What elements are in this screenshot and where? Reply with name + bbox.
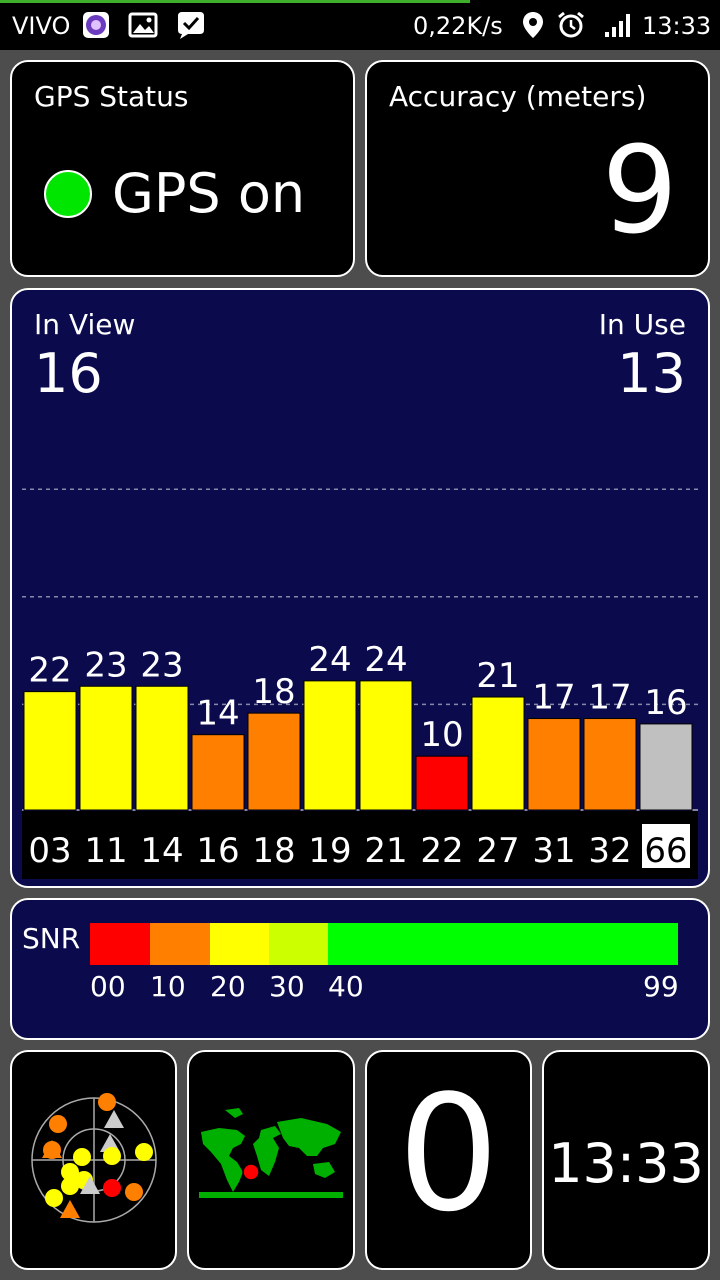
prn-label: 66 (644, 831, 687, 871)
location-icon (522, 10, 544, 40)
snr-value-label: 17 (588, 678, 631, 718)
snr-tick-label: 20 (210, 970, 246, 1003)
in-use-label: In Use (598, 308, 686, 341)
prn-label: 19 (308, 831, 351, 871)
satellite-snr-chart: 22 03 23 11 23 14 14 16 18 18 24 19 24 21 10 22 21 27 17 31… (22, 488, 698, 879)
snr-bar-18 (247, 712, 301, 811)
gps-status-title: GPS Status (34, 80, 189, 113)
snr-tick-label: 00 (90, 970, 126, 1003)
gps-status-value: GPS on (112, 162, 306, 225)
status-time: 13:33 (642, 12, 712, 40)
snr-segment (90, 923, 150, 965)
snr-bar-19 (303, 680, 357, 811)
satellite-radar-tile[interactable] (10, 1050, 177, 1270)
accuracy-value: 9 (601, 122, 678, 261)
snr-tick-label: 99 (643, 970, 679, 1003)
accuracy-title: Accuracy (meters) (389, 80, 647, 113)
snr-bar-66 (639, 723, 693, 811)
snr-color-scale (90, 923, 678, 965)
prn-label: 03 (28, 831, 71, 871)
snr-segment (269, 923, 328, 965)
satellites-card[interactable]: 22 03 23 11 23 14 14 16 18 18 24 19 24 21 10 22 21 27 17 31… (10, 288, 710, 888)
prn-label: 27 (476, 831, 519, 871)
in-use-value: 13 (617, 342, 686, 405)
snr-bar-27 (471, 696, 525, 811)
snr-segment (328, 923, 678, 965)
prn-label: 32 (588, 831, 631, 871)
world-map-tile[interactable] (187, 1050, 355, 1270)
snr-bar-14 (135, 685, 189, 811)
fix-count-tile[interactable]: 0 (365, 1050, 532, 1270)
snr-value-label: 18 (252, 672, 295, 712)
world-map-icon (199, 1108, 343, 1198)
progress-line (0, 0, 470, 3)
status-bar: VIVO 0,22K/s 13:33 (0, 0, 720, 50)
prn-label: 21 (364, 831, 407, 871)
net-speed: 0,22K/s (413, 12, 503, 40)
snr-value-label: 16 (644, 683, 687, 723)
snr-bar-32 (583, 718, 637, 811)
gps-status-card[interactable]: GPS Status GPS on (10, 60, 355, 277)
snr-value-label: 24 (308, 640, 351, 680)
in-view-value: 16 (34, 342, 103, 405)
gallery-icon (128, 10, 158, 40)
clock-tile[interactable]: 13:33 (542, 1050, 710, 1270)
satellite-radar-icon (31, 1093, 157, 1223)
snr-tick-label: 30 (269, 970, 305, 1003)
signal-icon (604, 10, 634, 40)
gps-indicator-icon (44, 170, 92, 218)
prn-label: 11 (84, 831, 127, 871)
clock-value: 13:33 (548, 1132, 704, 1195)
snr-bar-16 (191, 734, 245, 811)
snr-bar-31 (527, 718, 581, 811)
app-icon (82, 10, 110, 40)
snr-value-label: 24 (364, 640, 407, 680)
alarm-icon (556, 10, 586, 40)
fix-count-value: 0 (397, 1060, 500, 1247)
snr-bar-03 (23, 691, 77, 811)
snr-value-label: 22 (28, 651, 71, 691)
prn-label: 14 (140, 831, 183, 871)
snr-value-label: 23 (84, 645, 127, 685)
prn-label: 22 (420, 831, 463, 871)
snr-legend-card[interactable]: SNR 00 10 20 30 40 99 (10, 898, 710, 1040)
snr-value-label: 14 (196, 694, 239, 734)
snr-label: SNR (22, 922, 81, 955)
snr-value-label: 10 (420, 715, 463, 755)
prn-label: 18 (252, 831, 295, 871)
snr-segment (210, 923, 269, 965)
snr-value-label: 17 (532, 678, 575, 718)
prn-label: 16 (196, 831, 239, 871)
snr-bar-11 (79, 685, 133, 811)
prn-label: 31 (532, 831, 575, 871)
snr-tick-label: 10 (150, 970, 186, 1003)
snr-segment (150, 923, 210, 965)
snr-value-label: 23 (140, 645, 183, 685)
snr-tick-labels: 00 10 20 30 40 99 (90, 970, 690, 1003)
snr-value-label: 21 (476, 656, 519, 696)
accuracy-card[interactable]: Accuracy (meters) 9 (365, 60, 710, 277)
snr-bar-22 (415, 755, 469, 811)
in-view-label: In View (34, 308, 136, 341)
snr-tick-label: 40 (328, 970, 364, 1003)
snr-bar-21 (359, 680, 413, 811)
check-icon (174, 10, 208, 40)
carrier-name: VIVO (12, 12, 71, 40)
